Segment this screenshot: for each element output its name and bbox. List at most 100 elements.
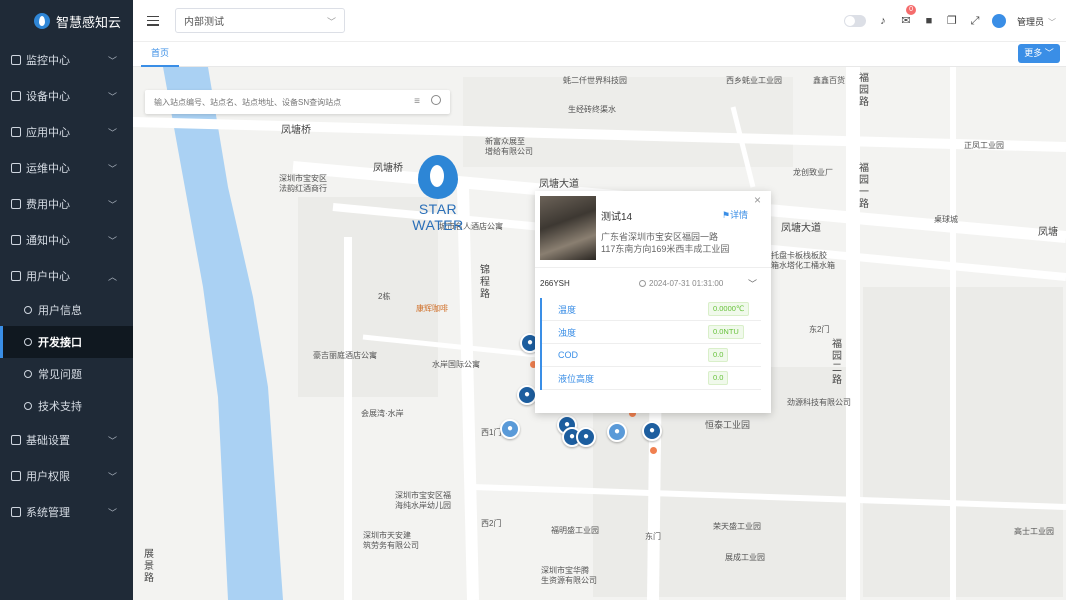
sidebar-item-label: 通知中心 (26, 235, 70, 247)
metric-value: 0.0000℃ (708, 302, 750, 316)
fullscreen-icon[interactable]: ⤢ (969, 15, 981, 27)
map-label: 水岸国际公寓 (432, 360, 480, 369)
water-drop-icon (418, 155, 458, 199)
search-input[interactable] (154, 97, 399, 107)
metric-row: 温度 0.0000℃ (542, 298, 761, 321)
road-label: 凤塘 (1038, 227, 1058, 238)
map-label: 2栋 (378, 292, 391, 301)
tab-home[interactable]: 首页 (141, 42, 180, 67)
sidebar-item-settings[interactable]: 基础设置 ﹀ (0, 422, 133, 458)
sidebar-item-notify[interactable]: 通知中心 ﹀ (0, 222, 133, 258)
map-label: 东2门 (809, 325, 830, 334)
map-label: 西2门 (481, 519, 502, 528)
metric-label: COD (558, 350, 578, 360)
menu-toggle-icon[interactable] (147, 15, 159, 26)
detail-link[interactable]: ⚑详情 (722, 208, 748, 221)
map-label: 荣天盛工业园 (713, 522, 761, 531)
map-label: 展成工业园 (725, 553, 765, 562)
sidebar-subitem-user-info[interactable]: 用户信息 (0, 294, 133, 326)
faq-icon (24, 370, 32, 378)
nav-menu: 监控中心 ﹀ 设备中心 ﹀ 应用中心 ﹀ 运维中心 ﹀ 费用中心 ﹀ 通知中心 ﹀ 用户中心… (0, 42, 133, 530)
map-label: 康辉咖啡 (416, 304, 448, 313)
map-view[interactable]: 蚝二仟世界科技园 生经砖终渠水 新富众展至 增给有限公司 凤塘桥 凤塘桥 深圳市… (133, 67, 1066, 600)
map-label: 桌球城 (934, 215, 958, 224)
sidebar-item-billing[interactable]: 费用中心 ﹀ (0, 186, 133, 222)
chevron-down-icon: ﹀ (107, 436, 117, 446)
bell-off-icon[interactable]: ♪ (877, 15, 889, 27)
metric-value: 0.0 (708, 348, 729, 362)
sidebar-item-label: 常见问题 (38, 369, 82, 381)
sidebar-subitem-support[interactable]: 技术支持 (0, 390, 133, 422)
more-label: 更多 (1024, 48, 1043, 58)
brand-logo: STAR WATER (393, 155, 483, 233)
chevron-down-icon: ﹀ (107, 92, 117, 102)
map-label: 深圳市宝华腾 生资源有限公司 (541, 566, 597, 585)
sidebar-item-label: 用户权限 (26, 471, 70, 483)
sidebar-item-monitor[interactable]: 监控中心 ﹀ (0, 42, 133, 78)
org-select[interactable]: 内部测试 ﹀ (175, 8, 345, 33)
station-marker[interactable]: ● (500, 419, 520, 439)
sidebar-subitem-faq[interactable]: 常见问题 (0, 358, 133, 390)
copy-icon[interactable]: ❐ (946, 15, 958, 27)
sidebar-item-label: 运维中心 (26, 163, 70, 175)
metric-label: 液位高度 (558, 373, 595, 384)
chevron-down-icon[interactable]: ﹀ (748, 277, 757, 290)
filter-icon[interactable]: ≡ (414, 96, 420, 107)
road-label: 展景路 (144, 549, 154, 584)
user-menu[interactable]: 管理员 ﹀ (1017, 15, 1056, 28)
map-label: 深圳市宝安区 法韵红酒商行 (279, 174, 327, 193)
user-name: 管理员 (1016, 16, 1044, 27)
sidebar-item-ops[interactable]: 运维中心 ﹀ (0, 150, 133, 186)
divider (535, 267, 771, 268)
sidebar-subitem-api[interactable]: 开发接口 (0, 326, 133, 358)
app-logo[interactable]: 智慧感知云 (0, 0, 133, 42)
road-label: 凤塘大道 (539, 179, 579, 190)
sidebar-item-label: 技术支持 (38, 401, 82, 413)
more-button[interactable]: 更多 ﹀ (1018, 44, 1060, 63)
avatar[interactable] (991, 14, 1006, 28)
update-time: 2024-07-31 01:31:00 (639, 279, 723, 288)
station-address: 广东省深圳市宝安区福园一路117东南方向169米西丰成工业园 (601, 232, 730, 254)
sidebar-item-device[interactable]: 设备中心 ﹀ (0, 78, 133, 114)
sidebar-item-user-center[interactable]: 用户中心 ︿ (0, 258, 133, 294)
sidebar-item-system[interactable]: 系统管理 ﹀ (0, 494, 133, 530)
chevron-down-icon: ﹀ (107, 128, 117, 138)
map-label: 福明盛工业园 (551, 526, 599, 535)
billing-icon (11, 199, 21, 209)
station-marker[interactable]: ● (517, 385, 537, 405)
search-icon[interactable] (431, 95, 441, 105)
monitor-icon (11, 55, 21, 65)
metric-row: COD 0.0 (542, 344, 761, 367)
apps-icon (11, 127, 21, 137)
station-marker[interactable]: ● (607, 422, 627, 442)
lock-icon[interactable]: ■ (923, 15, 935, 27)
theme-toggle[interactable] (843, 15, 866, 27)
map-label: 鑫鑫百货 (813, 76, 845, 85)
station-marker[interactable]: ● (576, 427, 596, 447)
mail-icon[interactable]: ✉ 0 (900, 5, 916, 27)
user-icon (11, 271, 21, 281)
sidebar-item-apps[interactable]: 应用中心 ﹀ (0, 114, 133, 150)
metric-value: 0.0NTU (708, 325, 744, 339)
station-marker[interactable]: ● (642, 421, 662, 441)
station-dot[interactable] (650, 447, 657, 454)
chevron-down-icon: ﹀ (107, 472, 117, 482)
sidebar-item-label: 系统管理 (26, 507, 70, 519)
sidebar-item-label: 开发接口 (38, 337, 82, 349)
support-icon (24, 402, 32, 410)
map-label: 深圳市宝安区福 海纯水岸幼儿园 (395, 491, 451, 510)
sidebar-item-label: 基础设置 (26, 435, 70, 447)
map-label: 西1门 (481, 428, 502, 437)
sidebar-item-label: 用户信息 (38, 305, 82, 317)
timestamp: 2024-07-31 01:31:00 (649, 279, 724, 288)
road-label: 凤塘桥 (281, 125, 311, 136)
bell-icon (11, 235, 21, 245)
system-icon (11, 507, 21, 517)
device-icon (11, 91, 21, 101)
map-label: 正凤工业园 (964, 141, 1004, 150)
metric-label: 温度 (558, 304, 577, 315)
sidebar-item-permission[interactable]: 用户权限 ﹀ (0, 458, 133, 494)
close-icon[interactable]: × (754, 193, 761, 207)
station-photo (540, 196, 596, 260)
ops-icon (11, 163, 21, 173)
